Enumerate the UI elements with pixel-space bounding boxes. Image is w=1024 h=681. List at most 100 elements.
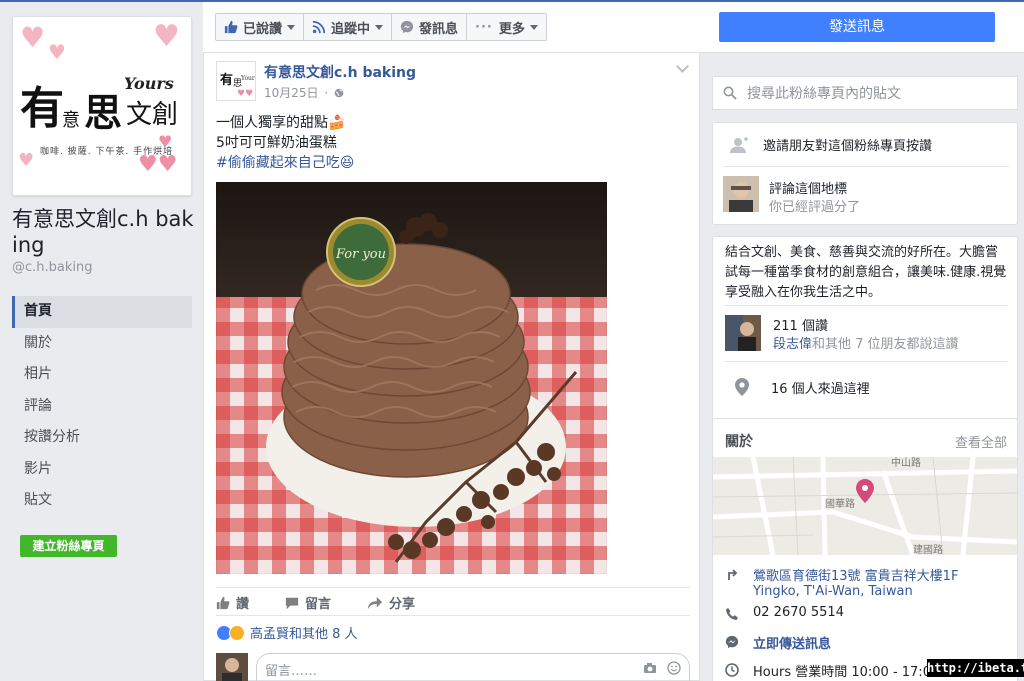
- nav-item-home[interactable]: 首頁: [12, 296, 192, 328]
- likes-count: 211 個讚: [773, 319, 828, 334]
- send-message-link[interactable]: 立即傳送訊息: [753, 633, 831, 652]
- likes-friends-rest: 和其他 7 位朋友都說這讚: [812, 337, 959, 352]
- globe-icon: [334, 88, 344, 98]
- create-page-button[interactable]: 建立粉絲專頁: [20, 535, 117, 557]
- message-button[interactable]: 發訊息: [392, 14, 468, 40]
- share-label: 分享: [389, 597, 416, 612]
- post-options-chevron-icon[interactable]: [676, 60, 689, 73]
- caret-down-icon: [375, 24, 384, 30]
- logo-subtitle: 咖啡. 披薩. 下午茶. 手作烘培: [40, 147, 174, 157]
- send-message-row[interactable]: 立即傳送訊息: [725, 633, 831, 652]
- thumbs-up-icon: [224, 20, 238, 34]
- post-author-avatar[interactable]: 有 思 Yours ♥♥: [216, 61, 256, 101]
- map-illustration: 中山路 國華路 建國路: [713, 457, 1017, 555]
- following-button[interactable]: 追蹤中: [304, 14, 393, 40]
- heart-decoration-icon: ♥: [18, 150, 35, 171]
- friend-avatar: [725, 315, 761, 351]
- reviewer-avatar: [723, 176, 759, 212]
- thumbs-up-icon: [216, 596, 230, 609]
- like-label: 讚: [236, 597, 250, 612]
- search-icon: [723, 86, 737, 100]
- liked-button[interactable]: 已說讚: [216, 14, 305, 40]
- nav-item-reviews[interactable]: 評論: [12, 391, 192, 423]
- user-avatar-icon: [216, 653, 248, 681]
- logo-char: 有: [20, 83, 64, 134]
- comment-input[interactable]: 留言……: [256, 653, 690, 681]
- phone-row: 02 2670 5514: [725, 605, 844, 621]
- post-author-name[interactable]: 有意思文創c.h baking: [264, 62, 416, 82]
- following-label: 追蹤中: [331, 21, 371, 37]
- message-label: 發訊息: [419, 21, 459, 37]
- page-description: 結合文創、美食、慈善與交流的好所在。大膽嘗試每一種當季食材的創意組合，讓美味.健…: [725, 245, 1007, 300]
- likes-friends-text: 段志偉和其他 7 位朋友都說這讚: [773, 333, 959, 352]
- comment-action-button[interactable]: 留言: [285, 593, 331, 612]
- heart-decoration-icon: ♥: [20, 21, 46, 54]
- post-date[interactable]: 10月25日: [264, 86, 319, 100]
- post-photo-cake[interactable]: For you: [216, 182, 607, 574]
- svg-text:♥♥: ♥♥: [237, 89, 253, 99]
- see-all-link[interactable]: 查看全部: [955, 432, 1007, 451]
- svg-text:Yours: Yours: [240, 75, 256, 82]
- heart-decoration-icon: ♥: [153, 19, 180, 54]
- left-column: ♥ ♥ ♥ ♥ ♥♥ ♥ 有 意 思 文創 Yours 咖啡. 披薩. 下午茶.…: [0, 2, 203, 681]
- action-button-group: 已說讚 追蹤中 發訊息 ··· 更多: [215, 13, 547, 41]
- post-timestamp[interactable]: 10月25日 ·: [264, 84, 344, 101]
- page-logo-thumbnail-icon: 有 思 Yours ♥♥: [217, 62, 256, 100]
- address-line-2[interactable]: Yingko, T'Ai-Wan, Taiwan: [753, 584, 958, 599]
- page-nav: 首頁 關於 相片 評論 按讚分析 影片 貼文: [12, 296, 192, 517]
- caret-down-icon: [529, 24, 538, 30]
- page-action-bar: 已說讚 追蹤中 發訊息 ··· 更多 發送訊息: [203, 2, 1024, 53]
- nav-item-posts[interactable]: 貼文: [12, 485, 192, 517]
- nav-item-photos[interactable]: 相片: [12, 359, 192, 391]
- wow-reaction-icon: [229, 624, 245, 641]
- nav-item-like-analytics[interactable]: 按讚分析: [12, 422, 192, 454]
- directions-arrow-icon: [728, 569, 738, 580]
- liked-label: 已說讚: [243, 21, 283, 37]
- hours-text: Hours 營業時間 10:00 - 17:00: [753, 665, 940, 680]
- page-title[interactable]: 有意思文創c.h baking: [12, 206, 197, 258]
- reactions-summary[interactable]: 高孟賢和其他 8 人: [216, 615, 690, 649]
- visits-row: 16 個人來過這裡: [725, 370, 870, 404]
- map-road-label: 建國路: [913, 543, 943, 555]
- invite-friends-row[interactable]: 邀請朋友對這個粉絲專頁按讚: [723, 123, 1009, 167]
- page-profile-picture[interactable]: ♥ ♥ ♥ ♥ ♥♥ ♥ 有 意 思 文創 Yours 咖啡. 披薩. 下午茶.…: [12, 16, 192, 196]
- phone-number: 02 2670 5514: [753, 605, 844, 620]
- share-action-button[interactable]: 分享: [367, 593, 415, 612]
- like-action-button[interactable]: 讚: [216, 593, 249, 612]
- emoji-icon[interactable]: [667, 661, 681, 675]
- visits-text: 16 個人來過這裡: [771, 381, 870, 397]
- camera-icon[interactable]: [643, 662, 657, 674]
- about-card: 關於 查看全部 中山路 國華路 建國路 鶯歌區育德街13號 富貴吉祥大樓1F Y…: [712, 418, 1018, 681]
- post-hashtag[interactable]: #偷偷藏起來自己吃😆: [216, 153, 354, 173]
- nav-item-videos[interactable]: 影片: [12, 454, 192, 486]
- page-post-search-input[interactable]: 搜尋此粉絲專頁內的貼文: [712, 76, 1018, 110]
- map-road-label: 中山路: [891, 457, 921, 469]
- location-map[interactable]: 中山路 國華路 建國路: [713, 457, 1017, 555]
- messenger-icon: [725, 635, 739, 649]
- logo-yours-text: Yours: [124, 74, 174, 93]
- friend-name-link[interactable]: 段志偉: [773, 337, 812, 352]
- rss-icon: [312, 20, 326, 34]
- send-message-button[interactable]: 發送訊息: [719, 12, 995, 42]
- address-line-1[interactable]: 鶯歌區育德街13號 富貴吉祥大樓1F: [753, 565, 958, 584]
- site-watermark: http://ibeta.tw: [927, 659, 1024, 677]
- nav-item-about[interactable]: 關於: [12, 328, 192, 360]
- logo-char: 意: [62, 110, 80, 131]
- review-place-row[interactable]: 評論這個地標 你已經評過分了: [723, 176, 1009, 216]
- clock-icon: [725, 663, 739, 677]
- map-road-label: 國華路: [825, 497, 855, 510]
- more-button[interactable]: ··· 更多: [467, 14, 546, 40]
- post-action-bar: 讚 留言 分享: [216, 587, 690, 617]
- divider: [725, 361, 1007, 362]
- comment-composer: 留言……: [216, 653, 690, 681]
- phone-icon: [726, 608, 738, 620]
- comment-label: 留言: [305, 597, 332, 612]
- post-text: 一個人獨享的甜點🍰 5吋可可鮮奶油蛋糕 #偷偷藏起來自己吃😆: [216, 113, 354, 173]
- page-likes-row[interactable]: 211 個讚 段志偉和其他 7 位朋友都說這讚: [725, 313, 1009, 353]
- reactions-text[interactable]: 高孟賢和其他 8 人: [250, 623, 358, 642]
- page-handle[interactable]: @c.h.baking: [12, 260, 93, 275]
- logo-char: 思: [84, 90, 123, 135]
- hours-row: Hours 營業時間 10:00 - 17:00: [725, 661, 939, 680]
- commenter-avatar: [216, 653, 248, 681]
- address-row[interactable]: 鶯歌區育德街13號 富貴吉祥大樓1F Yingko, T'Ai-Wan, Tai…: [725, 565, 958, 599]
